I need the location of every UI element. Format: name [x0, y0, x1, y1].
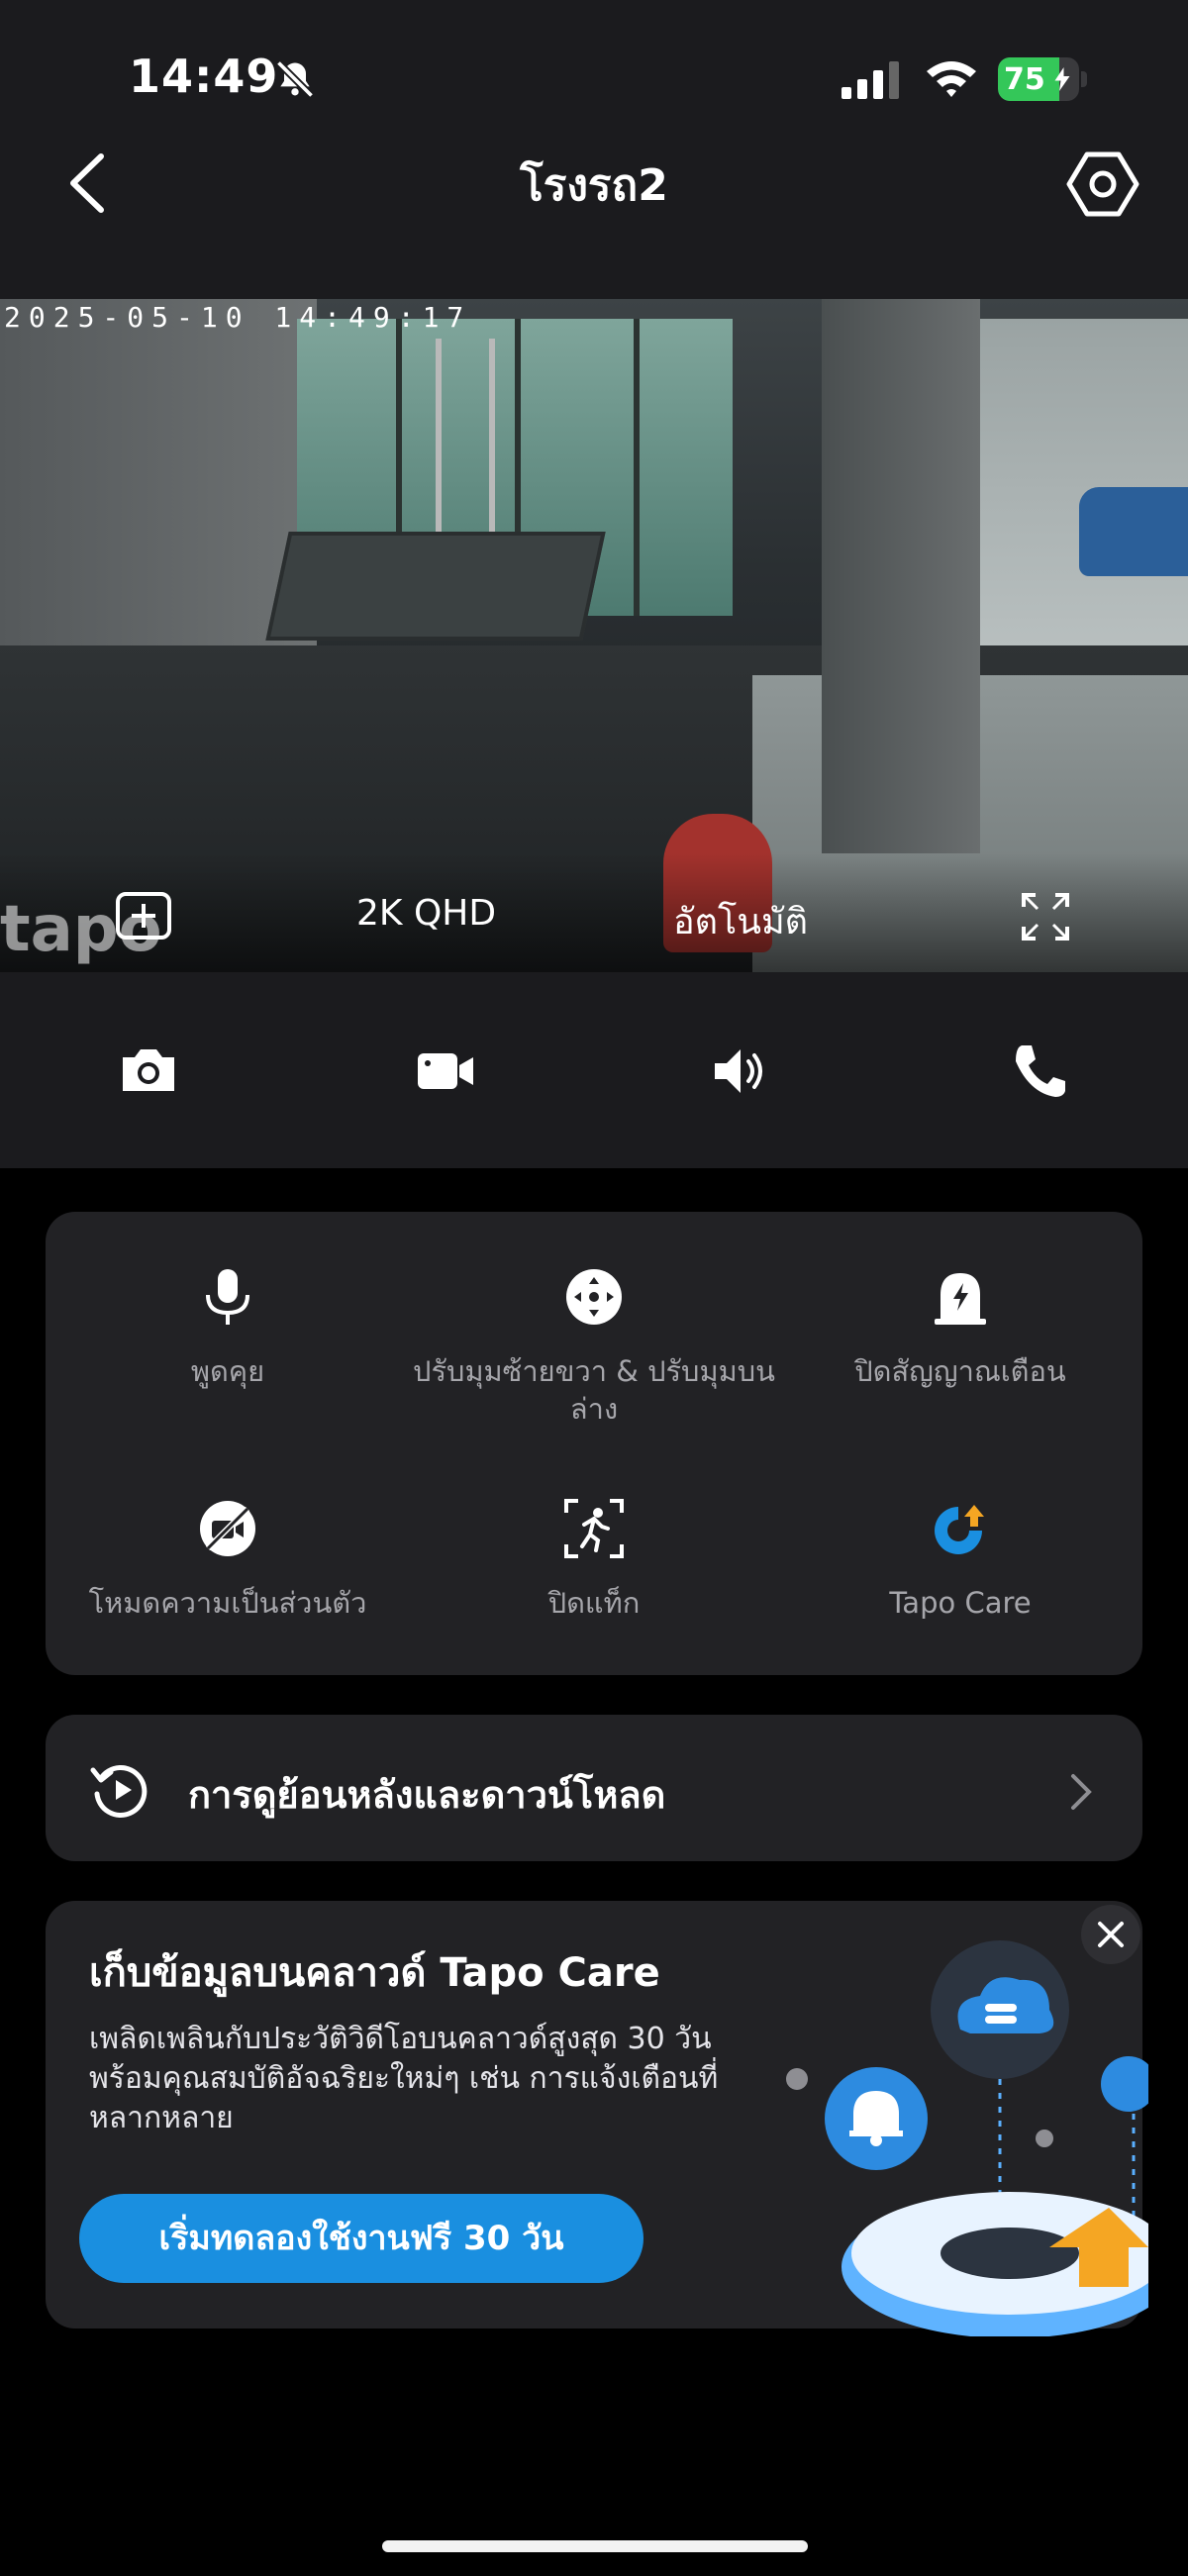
camera-live-view[interactable]: 2025-05-10 14:49:17 tapo 2K QHD อัตโนมัต… [0, 299, 1188, 972]
fullscreen-icon[interactable] [1020, 891, 1071, 942]
video-record-icon[interactable] [414, 1040, 477, 1103]
video-timestamp: 2025-05-10 14:49:17 [4, 301, 472, 334]
speaker-icon[interactable] [711, 1040, 774, 1103]
feature-alarm-off[interactable]: ปิดสัญญาณเตือน [777, 1265, 1143, 1390]
battery-tip [1081, 71, 1087, 87]
feature-label: โหมดความเป็นส่วนตัว [88, 1586, 367, 1620]
feature-tag-off[interactable]: ปิดแท็ก [411, 1497, 777, 1622]
page-title: โรงรถ2 [520, 160, 668, 211]
wifi-icon [927, 61, 976, 97]
camera-icon[interactable] [117, 1040, 180, 1103]
cellular-signal-icon [842, 61, 899, 99]
playback-icon[interactable] [89, 1758, 152, 1822]
microphone-icon [206, 1269, 249, 1325]
close-icon [1098, 1922, 1124, 1947]
privacy-mode-icon [200, 1501, 255, 1556]
tapo-care-icon [935, 1505, 986, 1554]
pan-tilt-icon [566, 1269, 622, 1325]
feature-label: พูดคุย [190, 1354, 265, 1388]
start-free-trial-button[interactable]: เริ่มทดลองใช้งานฟรี 30 วัน [79, 2194, 644, 2283]
playback-download-label: การดูย้อนหลังและดาวน์โหลด [188, 1773, 666, 1817]
video-overlay-gradient [0, 853, 1188, 972]
chevron-right-icon[interactable] [1067, 1772, 1095, 1812]
feature-label: ปิดสัญญาณเตือน [854, 1354, 1066, 1388]
promo-description: เพลิดเพลินกับประวัติวิดีโอบนคลาวด์สูงสุด… [89, 2022, 719, 2135]
status-time: 14:49 [129, 50, 279, 103]
home-indicator[interactable] [382, 2540, 808, 2552]
quality-selector[interactable]: 2K QHD [356, 893, 496, 934]
chevron-left-icon[interactable] [59, 149, 119, 218]
feature-tapo-care[interactable]: Tapo Care [777, 1497, 1143, 1622]
promo-title: เก็บข้อมูลบนคลาวด์ Tapo Care [89, 1950, 660, 1996]
video-scene-column [822, 299, 980, 853]
feature-pan-tilt[interactable]: ปรับมุมซ้ายขวา & ปรับมุมบนล่าง [411, 1265, 777, 1428]
add-square-icon[interactable] [115, 891, 172, 941]
alarm-siren-icon [935, 1273, 986, 1325]
feature-talk[interactable]: พูดคุย [45, 1265, 411, 1390]
cloud-storage-illustration [786, 1940, 1148, 2336]
battery-charging-icon [1054, 67, 1070, 91]
feature-label: Tapo Care [889, 1586, 1032, 1620]
video-scene-pane [634, 319, 640, 616]
video-scene-truck [1079, 487, 1188, 576]
mode-selector[interactable]: อัตโนมัติ [673, 893, 808, 949]
battery-label: 75 [1004, 62, 1045, 97]
feature-label: ปิดแท็ก [547, 1586, 641, 1620]
phone-icon[interactable] [1008, 1040, 1071, 1103]
feature-label: ปรับมุมซ้ายขวา & ปรับมุมบนล่าง [413, 1354, 775, 1426]
status-bar: 14:49 75 [0, 0, 1188, 139]
close-promo-button[interactable] [1081, 1905, 1140, 1964]
battery-indicator: 75 [998, 57, 1079, 101]
bell-slash-icon [275, 59, 315, 99]
feature-privacy[interactable]: โหมดความเป็นส่วนตัว [45, 1497, 411, 1622]
motion-tag-icon [564, 1499, 624, 1558]
settings-gear-icon[interactable] [1065, 149, 1140, 220]
video-scene-table [265, 532, 606, 641]
